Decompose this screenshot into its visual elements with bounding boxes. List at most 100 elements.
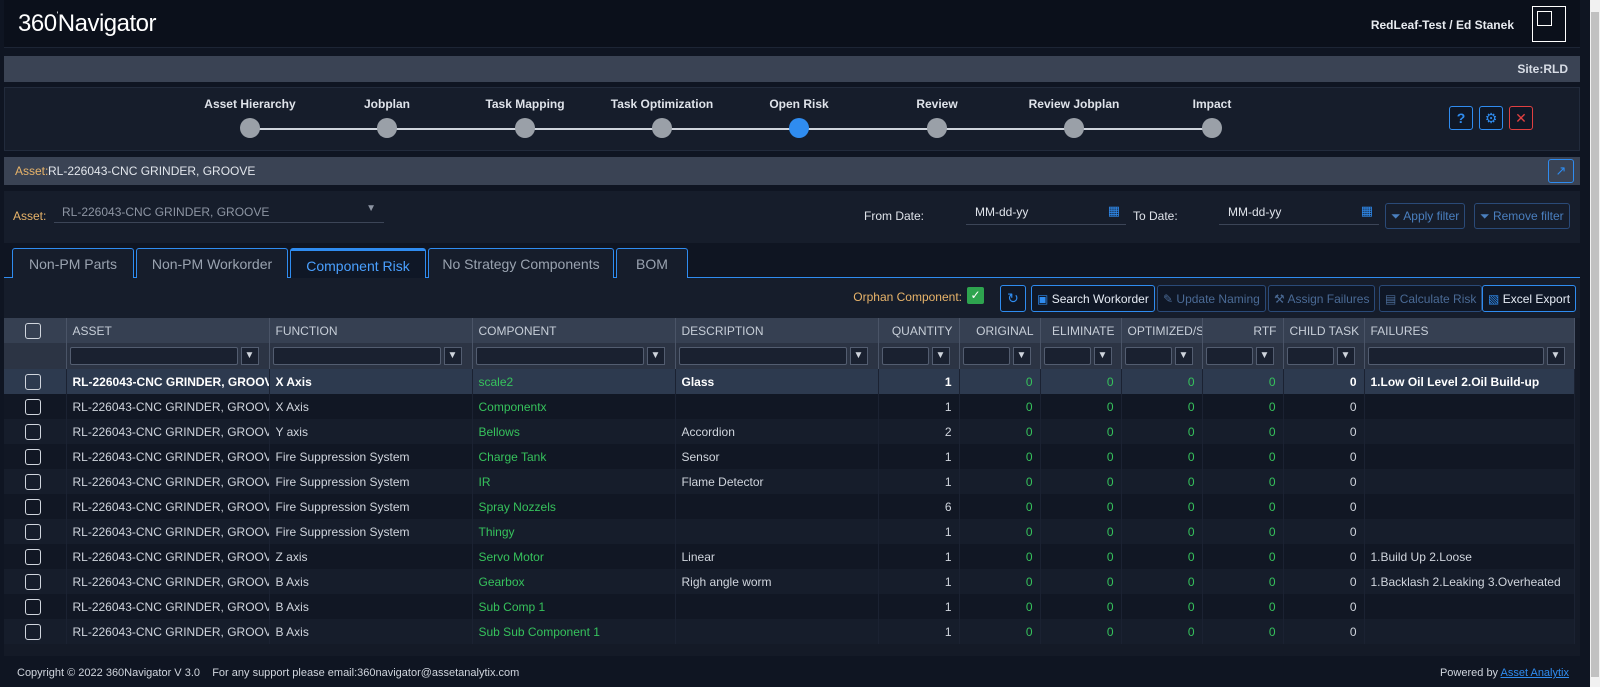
tab-no-strategy-components[interactable]: No Strategy Components	[428, 248, 614, 278]
remove-filter-button[interactable]: ⏷ Remove filter	[1474, 203, 1570, 229]
col-component[interactable]: COMPONENT	[472, 318, 676, 343]
column-filter-input[interactable]	[1205, 347, 1253, 365]
table-row[interactable]: RL-226043-CNC GRINDER, GROOVE Y axis Bello…	[4, 419, 1575, 444]
to-date-input[interactable]: MM-dd-yy ▦	[1219, 199, 1379, 225]
col-child-task[interactable]: CHILD TASK	[1283, 318, 1365, 343]
cell-component[interactable]: Servo Motor	[472, 544, 676, 569]
column-filter-input[interactable]	[962, 347, 1010, 365]
wizard-step[interactable]: Review Jobplan	[999, 88, 1149, 138]
wizard-step[interactable]: Open Risk	[724, 88, 874, 138]
table-row[interactable]: RL-226043-CNC GRINDER, GROOVE B Axis Sub C…	[4, 594, 1575, 619]
update-naming-button[interactable]: ✎ Update Naming	[1157, 285, 1266, 312]
col-asset[interactable]: ASSET	[66, 318, 270, 343]
app-logo[interactable]: 360'Navigator	[18, 10, 156, 38]
row-checkbox[interactable]	[25, 423, 41, 440]
cell-component[interactable]: Gearbox	[472, 569, 676, 594]
close-icon[interactable]: ✕	[1509, 106, 1533, 130]
tab-bom[interactable]: BOM	[616, 248, 688, 278]
column-filter-input[interactable]	[272, 347, 441, 365]
column-filter-input[interactable]	[475, 347, 644, 365]
wizard-step[interactable]: Impact	[1137, 88, 1287, 138]
table-row[interactable]: RL-226043-CNC GRINDER, GROOVE B Axis Gearb…	[4, 569, 1575, 594]
table-row[interactable]: RL-226043-CNC GRINDER, GROOVE Fire Suppre…	[4, 494, 1575, 519]
column-filter-input[interactable]	[69, 347, 238, 365]
wizard-step[interactable]: Task Mapping	[450, 88, 600, 138]
row-checkbox[interactable]	[25, 598, 41, 615]
column-filter-icon[interactable]: ▼	[849, 347, 868, 365]
table-row[interactable]: RL-226043-CNC GRINDER, GROOVE X Axis Compo…	[4, 394, 1575, 419]
wizard-step-dot[interactable]	[377, 118, 397, 138]
col-failures[interactable]: FAILURES	[1364, 318, 1575, 343]
column-filter-input[interactable]	[1043, 347, 1091, 365]
user-menu-icon[interactable]	[1532, 6, 1566, 42]
row-checkbox[interactable]	[25, 573, 41, 590]
col-eliminate[interactable]: ELIMINATE	[1040, 318, 1122, 343]
wizard-step[interactable]: Jobplan	[312, 88, 462, 138]
assign-failures-button[interactable]: ⚒ Assign Failures	[1268, 285, 1376, 312]
wizard-step-dot[interactable]	[515, 118, 535, 138]
tab-component-risk[interactable]: Component Risk	[290, 248, 426, 278]
help-icon[interactable]: ?	[1449, 106, 1473, 130]
refresh-icon[interactable]: ↻	[1000, 285, 1026, 312]
cell-component[interactable]: Charge Tank	[472, 444, 676, 469]
table-row[interactable]: RL-226043-CNC GRINDER, GROOVE B Axis Sub S…	[4, 619, 1575, 644]
column-filter-icon[interactable]: ▼	[1336, 347, 1355, 365]
excel-export-button[interactable]: ▧ Excel Export	[1482, 285, 1577, 312]
column-filter-icon[interactable]: ▼	[1012, 347, 1031, 365]
column-filter-icon[interactable]: ▼	[443, 347, 462, 365]
wizard-step[interactable]: Review	[862, 88, 1012, 138]
col-quantity[interactable]: QUANTITY	[878, 318, 960, 343]
orphan-component-checkbox[interactable]: ✓	[967, 287, 984, 304]
column-filter-icon[interactable]: ▼	[1546, 347, 1565, 365]
table-row[interactable]: RL-226043-CNC GRINDER, GROOVE Z axis Servo…	[4, 544, 1575, 569]
cell-component[interactable]: Bellows	[472, 419, 676, 444]
wizard-step-dot[interactable]	[927, 118, 947, 138]
col-rtf[interactable]: RTF	[1202, 318, 1284, 343]
cell-component[interactable]: Sub Sub Component 1	[472, 619, 676, 644]
row-checkbox[interactable]	[25, 448, 41, 465]
row-checkbox[interactable]	[25, 398, 41, 415]
wizard-step-dot[interactable]	[652, 118, 672, 138]
wizard-step-dot[interactable]	[789, 118, 809, 138]
wizard-step-dot[interactable]	[1064, 118, 1084, 138]
table-row[interactable]: RL-226043-CNC GRINDER, GROOVE Fire Suppre…	[4, 519, 1575, 544]
select-all-checkbox[interactable]	[25, 322, 41, 339]
apply-filter-button[interactable]: ⏷ Apply filter	[1385, 203, 1466, 229]
column-filter-input[interactable]	[1367, 347, 1544, 365]
from-date-input[interactable]: MM-dd-yy ▦	[966, 199, 1126, 225]
calendar-icon[interactable]: ▦	[1108, 203, 1120, 219]
asset-select[interactable]: RL-226043-CNC GRINDER, GROOVE ▼	[54, 199, 384, 223]
table-row[interactable]: RL-226043-CNC GRINDER, GROOVE X Axis scale…	[4, 369, 1575, 394]
row-checkbox[interactable]	[25, 498, 41, 515]
col-original[interactable]: ORIGINAL	[959, 318, 1041, 343]
page-scrollbar-thumb[interactable]	[1591, 12, 1599, 677]
column-filter-icon[interactable]: ▼	[1093, 347, 1112, 365]
column-filter-icon[interactable]: ▼	[1174, 347, 1193, 365]
column-filter-icon[interactable]: ▼	[931, 347, 950, 365]
wizard-step-dot[interactable]	[240, 118, 260, 138]
col-optimized[interactable]: OPTIMIZED/SU	[1121, 318, 1203, 343]
row-checkbox[interactable]	[25, 373, 41, 390]
column-filter-input[interactable]	[881, 347, 929, 365]
table-row[interactable]: RL-226043-CNC GRINDER, GROOVE Fire Suppre…	[4, 469, 1575, 494]
calculate-risk-button[interactable]: ▤ Calculate Risk	[1379, 285, 1483, 312]
tab-non-pm-workorder[interactable]: Non-PM Workorder	[136, 248, 288, 278]
cell-component[interactable]: Spray Nozzels	[472, 494, 676, 519]
external-link-icon[interactable]: ↗	[1548, 159, 1574, 183]
table-row[interactable]: RL-226043-CNC GRINDER, GROOVE Fire Suppre…	[4, 444, 1575, 469]
cell-component[interactable]: Thingy	[472, 519, 676, 544]
settings-cogs-icon[interactable]: ⚙	[1479, 106, 1503, 130]
asset-analytix-link[interactable]: Asset Analytix	[1501, 667, 1569, 679]
cell-component[interactable]: IR	[472, 469, 676, 494]
col-function[interactable]: FUNCTION	[269, 318, 473, 343]
wizard-step[interactable]: Task Optimization	[587, 88, 737, 138]
column-filter-icon[interactable]: ▼	[1255, 347, 1274, 365]
cell-component[interactable]: Sub Comp 1	[472, 594, 676, 619]
row-checkbox[interactable]	[25, 523, 41, 540]
row-checkbox[interactable]	[25, 548, 41, 565]
tab-non-pm-parts[interactable]: Non-PM Parts	[12, 248, 134, 278]
col-description[interactable]: DESCRIPTION	[675, 318, 879, 343]
row-checkbox[interactable]	[25, 623, 41, 640]
search-workorder-button[interactable]: ▣ Search Workorder	[1031, 285, 1155, 312]
column-filter-input[interactable]	[1286, 347, 1334, 365]
